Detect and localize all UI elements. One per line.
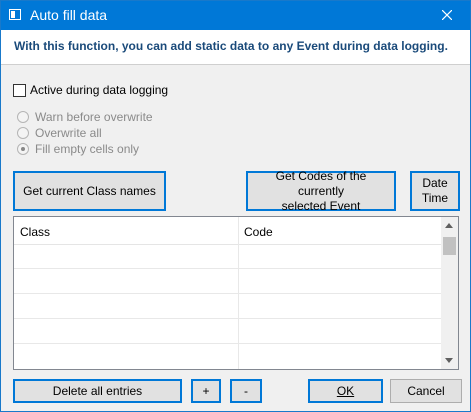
scroll-up-icon[interactable] — [445, 223, 453, 228]
row-divider — [14, 293, 442, 294]
active-label: Active during data logging — [30, 83, 169, 97]
radio-label: Overwrite all — [35, 126, 102, 140]
row-divider — [14, 268, 442, 269]
radio-overwrite-all[interactable]: Overwrite all — [17, 126, 102, 140]
radio-circle-selected[interactable] — [17, 143, 29, 155]
radio-label: Fill empty cells only — [35, 142, 140, 156]
button-label-line2: Time — [421, 191, 449, 205]
radio-label: Warn before overwrite — [35, 110, 153, 124]
button-label-line1: Date — [422, 176, 448, 190]
remove-entry-button[interactable]: - — [230, 379, 262, 403]
column-header-class[interactable]: Class — [20, 225, 50, 239]
button-label: OK — [336, 383, 355, 398]
window-icon — [9, 9, 21, 20]
close-button[interactable] — [424, 1, 470, 30]
button-label: Cancel — [407, 383, 445, 398]
data-grid[interactable]: Class Code — [13, 216, 459, 370]
button-label: Get current Class names — [23, 183, 156, 198]
date-time-button[interactable]: Date Time — [410, 171, 460, 211]
scroll-thumb[interactable] — [443, 237, 456, 255]
column-header-code[interactable]: Code — [244, 225, 273, 239]
get-class-names-button[interactable]: Get current Class names — [13, 171, 166, 211]
vertical-scrollbar[interactable] — [441, 217, 458, 369]
button-label-line1: Get Codes of the currently — [275, 168, 367, 198]
radio-circle[interactable] — [17, 127, 29, 139]
ok-button[interactable]: OK — [308, 379, 383, 403]
button-label-line2: selected Event — [281, 198, 361, 213]
title-bar[interactable]: Auto fill data — [1, 1, 470, 30]
button-label: - — [244, 383, 248, 398]
radio-fill-empty-cells[interactable]: Fill empty cells only — [17, 142, 139, 156]
add-entry-button[interactable]: + — [191, 379, 221, 403]
radio-warn-before-overwrite[interactable]: Warn before overwrite — [17, 110, 153, 124]
checkbox-box[interactable] — [13, 83, 26, 97]
close-icon — [441, 9, 453, 23]
auto-fill-dialog: Auto fill data With this function, you c… — [0, 0, 471, 412]
row-divider — [14, 343, 442, 344]
button-label: + — [202, 383, 210, 398]
active-during-logging-checkbox[interactable]: Active during data logging — [13, 83, 168, 97]
scroll-down-icon[interactable] — [445, 358, 453, 363]
row-divider — [14, 318, 442, 319]
get-codes-button[interactable]: Get Codes of the currently selected Even… — [246, 168, 396, 213]
delete-all-entries-button[interactable]: Delete all entries — [13, 379, 182, 403]
radio-circle[interactable] — [17, 111, 29, 123]
grid-header: Class Code — [14, 217, 442, 245]
button-label: Delete all entries — [52, 383, 143, 398]
cancel-button[interactable]: Cancel — [390, 379, 462, 403]
window-title: Auto fill data — [30, 7, 108, 23]
description-band: With this function, you can add static d… — [1, 30, 470, 65]
description-text: With this function, you can add static d… — [14, 39, 448, 53]
